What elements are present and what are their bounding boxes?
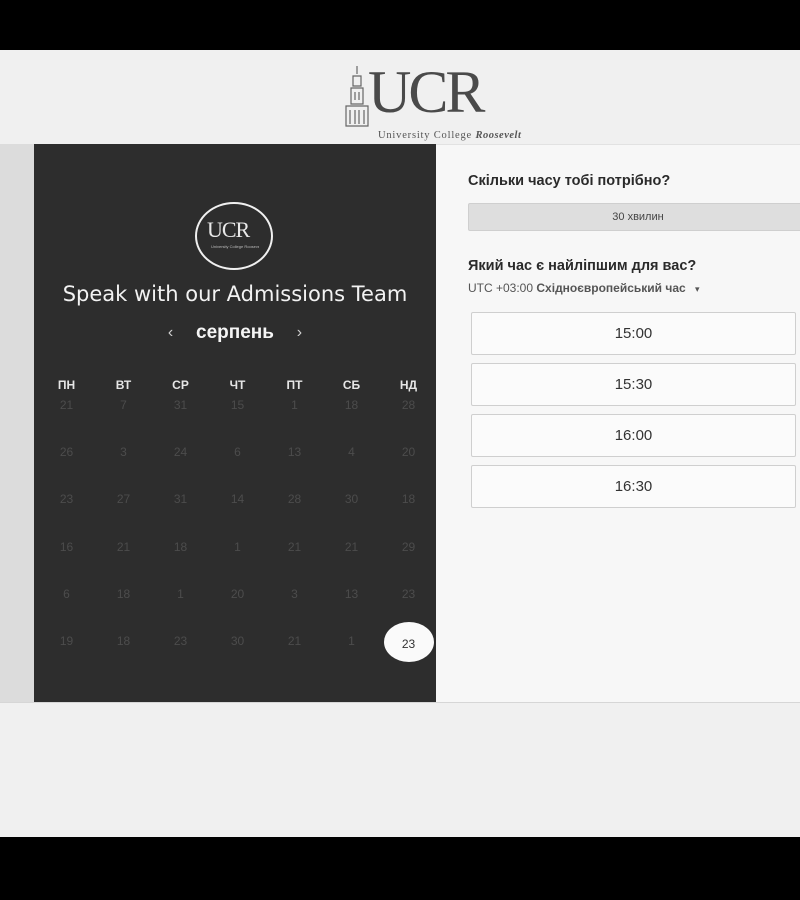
calendar-day: 18: [173, 539, 188, 554]
calendar-day: 21: [59, 398, 74, 412]
ucr-badge: UCR University College Roosevelt: [195, 202, 273, 270]
calendar-week: 19 18 23 30 21 1 23: [38, 621, 437, 679]
month-label: серпень: [196, 322, 274, 343]
selected-day-cell: 23: [380, 621, 437, 679]
calendar-day: 1: [177, 586, 184, 601]
weekday-label: СБ: [342, 378, 361, 392]
calendar-day: 1: [234, 539, 241, 554]
chevron-left-icon[interactable]: ‹: [156, 324, 186, 342]
calendar-day: 19: [59, 633, 74, 648]
calendar-day: 23: [59, 492, 74, 507]
weekday-header: ПН ВТ СР ЧТ ПТ СБ НД: [38, 374, 437, 396]
calendar-day: 1: [291, 398, 298, 412]
calendar-week: 6 18 1 20 3 13 23: [38, 585, 437, 632]
page-footer-area: [0, 702, 800, 837]
calendar-day: 18: [344, 398, 359, 412]
ucr-logo: UCR University College Roosevelt: [342, 60, 530, 145]
weekday-label: НД: [399, 378, 418, 392]
calendar-day: 13: [287, 445, 302, 460]
duration-question: Скільки часу тобі потрібно?: [468, 173, 671, 189]
calendar-grid: ПН ВТ СР ЧТ ПТ СБ НД 21 7 31 15 1 18 28 …: [38, 374, 437, 679]
duration-select[interactable]: 30 хвилин: [468, 203, 800, 231]
calendar-day: 4: [348, 445, 355, 460]
logo-text: UCR: [368, 59, 485, 125]
month-navigation: ‹ серпень ›: [34, 322, 436, 344]
calendar-day: 28: [287, 492, 302, 507]
calendar-day: 3: [120, 445, 127, 460]
calendar-day: 20: [401, 445, 416, 460]
calendar-day: 7: [120, 398, 127, 412]
badge-text: UCR: [207, 217, 250, 242]
calendar-day: 20: [230, 586, 245, 601]
chevron-right-icon[interactable]: ›: [284, 324, 314, 342]
calendar-day: 31: [173, 398, 188, 412]
logo-subtitle-script: Roosevelt: [475, 130, 522, 141]
calendar-day: 6: [234, 445, 241, 460]
time-slot-button[interactable]: 16:00: [471, 414, 796, 457]
left-shadow: [0, 144, 36, 704]
caret-down-icon: ▾: [695, 284, 700, 294]
calendar-day: 15: [230, 398, 245, 412]
time-slot-button[interactable]: 16:30: [471, 465, 796, 508]
calendar-day: 30: [344, 492, 359, 507]
calendar-day: 21: [287, 539, 302, 554]
weekday-label: ВТ: [115, 378, 132, 392]
timezone-offset: UTC +03:00: [468, 281, 534, 295]
calendar-week: 16 21 18 1 21 21 29: [38, 538, 437, 585]
calendar-panel: UCR University College Roosevelt Speak w…: [34, 144, 436, 702]
calendar-week: 23 27 31 14 28 30 18: [38, 490, 437, 537]
calendar-day: 26: [59, 445, 74, 460]
calendar-day: 18: [401, 492, 416, 507]
calendar-day: 14: [230, 492, 245, 507]
bottom-black-bar: [0, 837, 800, 900]
weekday-label: ПТ: [286, 378, 303, 392]
booking-page: UCR University College Roosevelt UCR Uni…: [0, 50, 800, 837]
calendar-day: 3: [291, 586, 298, 601]
calendar-day: 18: [116, 633, 131, 648]
calendar-week: 21 7 31 15 1 18 28: [38, 396, 437, 443]
logo-subtitle-text: University College: [378, 130, 473, 141]
badge-subtitle: University College Roosevelt: [211, 244, 259, 249]
calendar-day: 21: [344, 539, 359, 554]
calendar-day: 29: [401, 539, 416, 554]
calendar-day: 23: [173, 633, 188, 648]
time-question: Який час є найліпшим для вас?: [468, 258, 697, 274]
calendar-week: 26 3 24 6 13 4 20: [38, 443, 437, 490]
calendar-day: 21: [116, 539, 131, 554]
top-black-bar: [0, 0, 800, 50]
calendar-day: 21: [287, 633, 302, 648]
weekday-label: ПН: [57, 378, 76, 392]
weekday-label: СР: [172, 378, 189, 392]
time-slot-button[interactable]: 15:00: [471, 312, 796, 355]
calendar-day: 18: [116, 586, 131, 601]
selected-day[interactable]: 23: [383, 621, 434, 662]
calendar-day: 24: [173, 445, 188, 460]
time-slot-button[interactable]: 15:30: [471, 363, 796, 406]
calendar-day: 31: [173, 492, 188, 507]
logo-subtitle: University College Roosevelt: [378, 130, 521, 141]
calendar-day: 28: [401, 398, 416, 412]
calendar-day: 27: [116, 492, 131, 507]
calendar-day: 16: [59, 539, 74, 554]
calendar-day: 1: [348, 633, 355, 648]
calendar-day: 6: [63, 586, 70, 601]
timezone-select[interactable]: UTC +03:00 Східноєвропейський час ▾: [468, 281, 700, 295]
calendar-day: 13: [344, 586, 359, 601]
weekday-label: ЧТ: [229, 378, 246, 392]
calendar-day: 30: [230, 633, 245, 648]
panel-title: Speak with our Admissions Team: [62, 282, 408, 306]
time-selection-panel: Скільки часу тобі потрібно? 30 хвилин Як…: [436, 144, 800, 702]
timezone-name: Східноєвропейський час: [536, 281, 686, 295]
